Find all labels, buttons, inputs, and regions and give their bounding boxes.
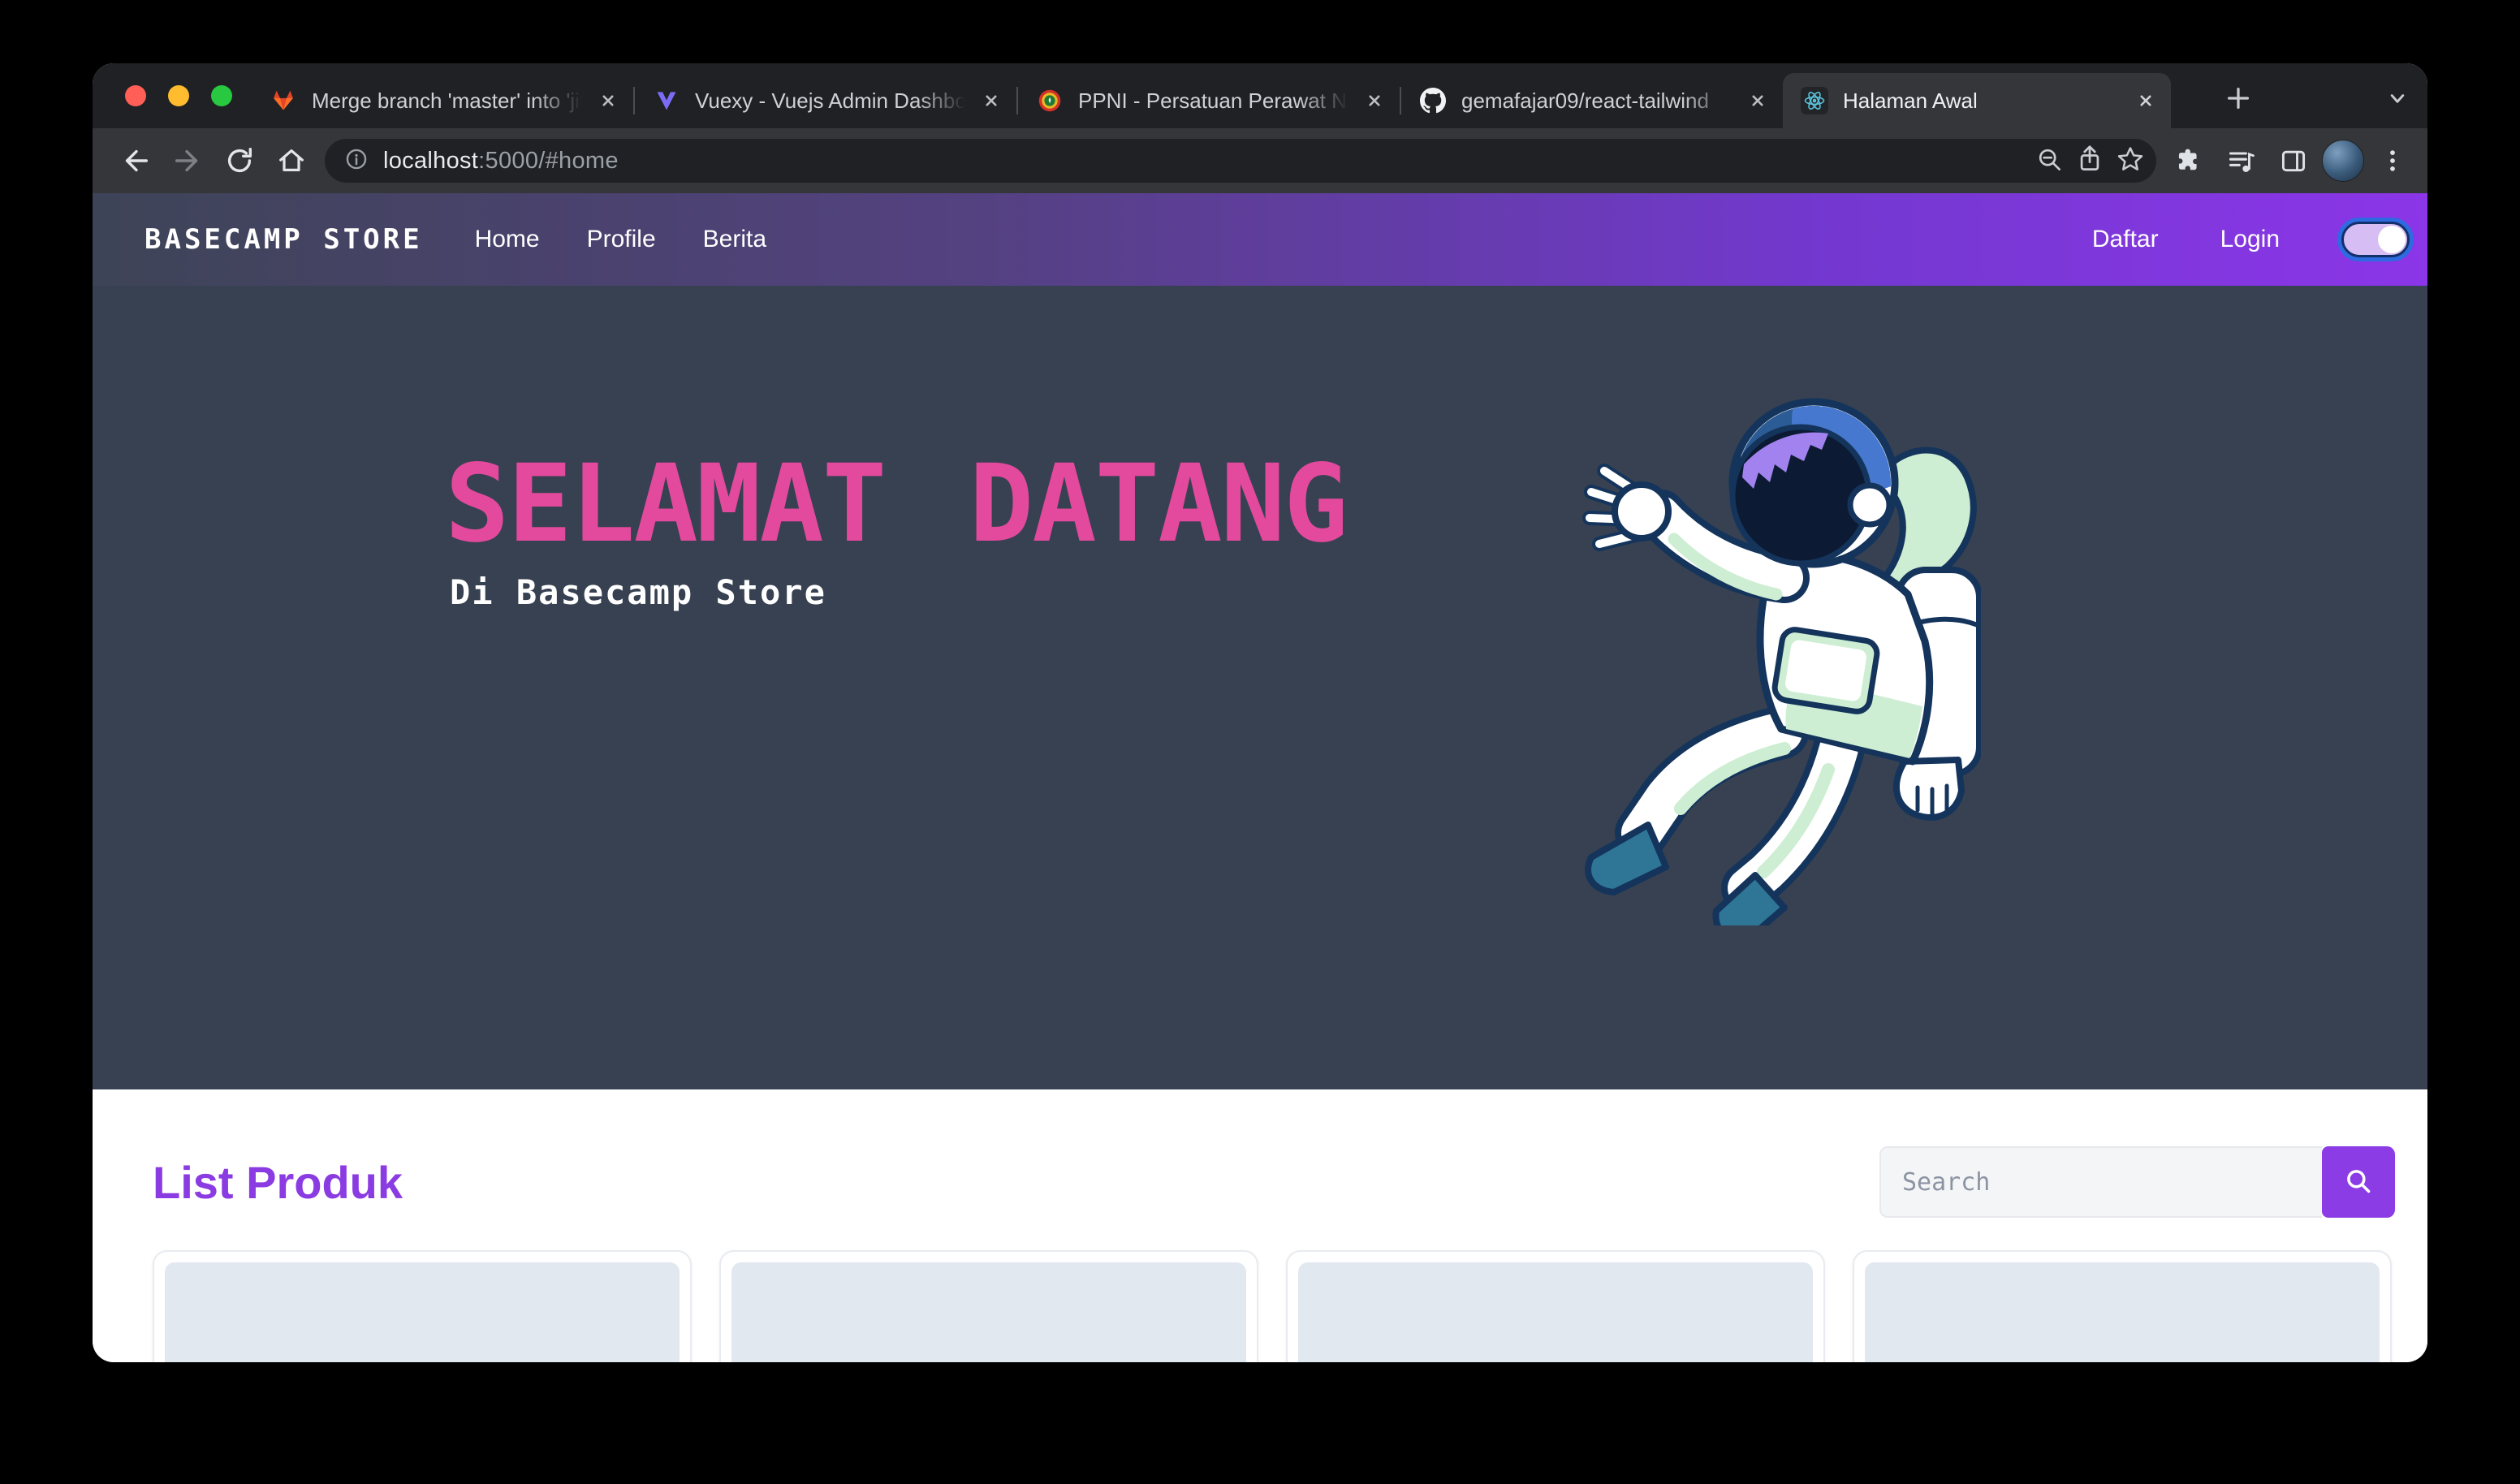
reload-icon[interactable] (216, 137, 263, 184)
profile-avatar[interactable] (2322, 140, 2364, 182)
traffic-lights (125, 85, 232, 106)
react-icon (1801, 87, 1828, 114)
tab-title: PPNI - Persatuan Perawat Nasi (1078, 88, 1354, 114)
minimize-window-button[interactable] (168, 85, 189, 106)
browser-window: Merge branch 'master' into 'jih Vuexy - … (93, 63, 2427, 1362)
tab-close-icon[interactable] (596, 88, 620, 113)
tab-strip: Merge branch 'master' into 'jih Vuexy - … (93, 63, 2427, 128)
github-icon (1419, 87, 1447, 114)
bookmark-star-icon[interactable] (2116, 145, 2145, 178)
fullscreen-window-button[interactable] (211, 85, 232, 106)
nav-link-home[interactable]: Home (475, 226, 540, 253)
nav-actions: Daftar Login (2092, 222, 2410, 257)
tab-title: Halaman Awal (1843, 88, 2125, 114)
product-image-placeholder (1865, 1262, 2380, 1362)
browser-menu-icon[interactable] (2369, 137, 2416, 184)
extensions-puzzle-icon[interactable] (2166, 137, 2213, 184)
products-section: List Produk (93, 1089, 2427, 1362)
hero-text: SELAMAT DATANG Di Basecamp Store (445, 448, 1347, 612)
back-icon[interactable] (112, 137, 159, 184)
page-viewport: BASECAMP STORE Home Profile Berita Dafta… (93, 193, 2427, 1362)
products-heading: List Produk (153, 1156, 403, 1209)
brand-logo[interactable]: BASECAMP STORE (145, 223, 423, 256)
browser-tab-github[interactable]: gemafajar09/react-tailwind (1401, 73, 1783, 128)
product-card[interactable] (1853, 1250, 2392, 1362)
hero-title: SELAMAT DATANG (445, 448, 1347, 561)
media-queue-icon[interactable] (2218, 137, 2265, 184)
tab-title: Merge branch 'master' into 'jih (312, 88, 588, 114)
tab-close-icon[interactable] (2134, 88, 2158, 113)
product-card[interactable] (1286, 1250, 1825, 1362)
tab-list: Merge branch 'master' into 'jih Vuexy - … (252, 73, 2171, 128)
hero-section: SELAMAT DATANG Di Basecamp Store (93, 286, 2427, 1089)
browser-tab-vuexy[interactable]: Vuexy - Vuejs Admin Dashboar (635, 73, 1016, 128)
url-text: localhost:5000/#home (383, 148, 619, 175)
tab-close-icon[interactable] (1745, 88, 1770, 113)
gitlab-icon (270, 87, 297, 114)
side-panel-icon[interactable] (2270, 137, 2317, 184)
register-link[interactable]: Daftar (2092, 226, 2159, 253)
tab-close-icon[interactable] (1362, 88, 1387, 113)
zoom-out-icon[interactable] (2035, 145, 2064, 178)
tab-search-chevron-icon[interactable] (2380, 81, 2414, 115)
toggle-knob (2378, 226, 2406, 253)
product-image-placeholder (1298, 1262, 1813, 1362)
vuexy-icon (653, 87, 680, 114)
search-button[interactable] (2322, 1146, 2395, 1218)
browser-tab-gitlab[interactable]: Merge branch 'master' into 'jih (252, 73, 633, 128)
nav-link-berita[interactable]: Berita (703, 226, 766, 253)
browser-tab-ppni[interactable]: PPNI - Persatuan Perawat Nasi (1018, 73, 1400, 128)
new-tab-button[interactable] (2221, 81, 2255, 115)
search-input[interactable] (1879, 1146, 2322, 1218)
tab-close-icon[interactable] (979, 88, 1003, 113)
hero-subtitle: Di Basecamp Store (450, 572, 1347, 612)
product-card-list (153, 1250, 2395, 1362)
product-card[interactable] (153, 1250, 692, 1362)
forward-icon[interactable] (164, 137, 211, 184)
product-image-placeholder (165, 1262, 680, 1362)
nav-links: Home Profile Berita (475, 226, 766, 253)
astronaut-illustration (1543, 382, 1981, 925)
tab-title: gemafajar09/react-tailwind (1461, 88, 1737, 114)
product-card[interactable] (719, 1250, 1258, 1362)
login-link[interactable]: Login (2220, 226, 2280, 253)
products-header: List Produk (153, 1146, 2395, 1218)
home-icon[interactable] (268, 137, 315, 184)
browser-toolbar: localhost:5000/#home (93, 128, 2427, 193)
theme-toggle[interactable] (2341, 222, 2410, 257)
address-bar[interactable]: localhost:5000/#home (325, 139, 2156, 183)
product-image-placeholder (731, 1262, 1246, 1362)
ppni-icon (1036, 87, 1064, 114)
search-bar (1879, 1146, 2395, 1218)
site-navbar: BASECAMP STORE Home Profile Berita Dafta… (93, 193, 2427, 286)
close-window-button[interactable] (125, 85, 146, 106)
share-icon[interactable] (2075, 145, 2104, 178)
nav-link-profile[interactable]: Profile (587, 226, 656, 253)
search-icon (2341, 1165, 2375, 1199)
browser-tab-halaman-awal-active[interactable]: Halaman Awal (1783, 73, 2171, 128)
tab-title: Vuexy - Vuejs Admin Dashboar (695, 88, 971, 114)
site-info-icon[interactable] (343, 145, 370, 177)
